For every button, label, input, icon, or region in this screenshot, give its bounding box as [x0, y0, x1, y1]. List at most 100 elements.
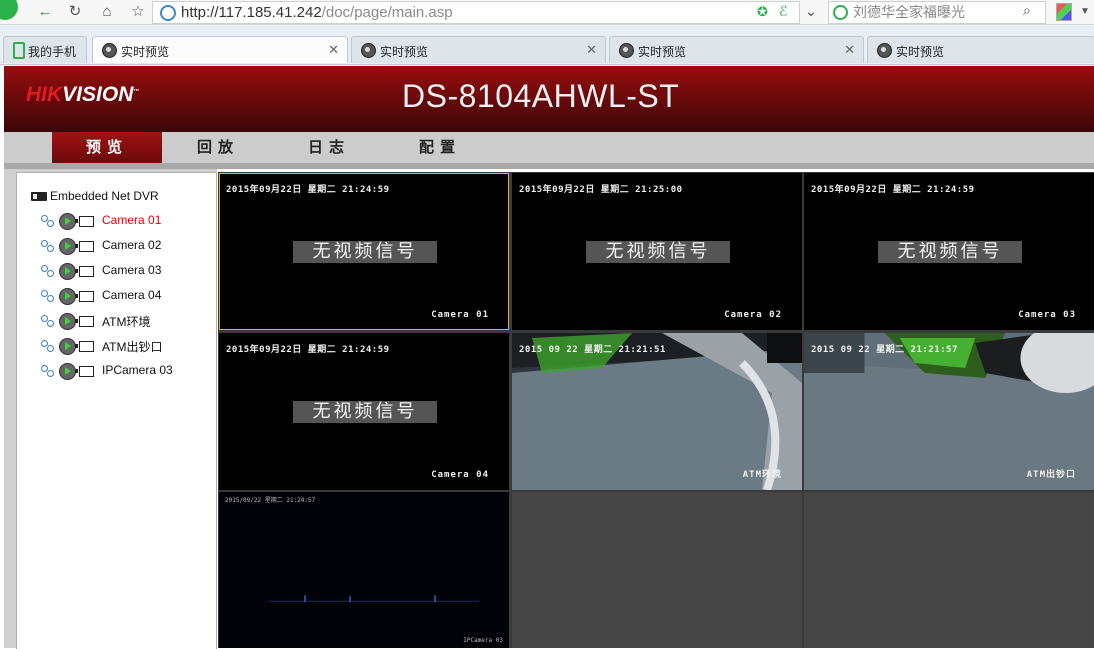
search-box[interactable]: 刘德华全家福曝光 ⌕: [828, 1, 1046, 24]
search-engine-icon[interactable]: [833, 5, 848, 20]
video-cell[interactable]: 无视频信号 2015年09月22日 星期二 21:25:00 Camera 02: [512, 173, 802, 330]
camera-favicon-icon: [619, 43, 634, 58]
play-icon[interactable]: [59, 288, 76, 305]
tab-strip: 我的手机 实时预览 ✕ 实时预览 ✕ 实时预览 ✕ 实时预览: [0, 25, 1094, 65]
link-icon: [41, 340, 55, 352]
camera-icon: [75, 366, 94, 377]
camera-favicon-icon: [877, 43, 892, 58]
video-cell[interactable]: 2015 09 22 星期二 21:21:51 ATM环境: [512, 333, 802, 490]
video-cell[interactable]: 2015 09 22 星期二 21:21:57 ATM出钞口: [804, 333, 1094, 490]
camera-icon: [75, 316, 94, 327]
tab-live-preview-4[interactable]: 实时预览: [867, 36, 1094, 63]
tab-label: 实时预览: [121, 45, 170, 59]
close-icon[interactable]: ✕: [586, 42, 597, 58]
video-cell[interactable]: 2015/09/22 星期二 21:24:57 IPCamera 03: [219, 492, 509, 648]
tab-label: 实时预览: [896, 45, 945, 59]
address-bar[interactable]: http://117.185.41.242/doc/page/main.asp …: [152, 1, 800, 24]
address-dropdown-icon[interactable]: ⌄: [800, 2, 822, 22]
link-icon: [41, 315, 55, 327]
osd-timestamp: 2015年09月22日 星期二 21:24:59: [226, 345, 390, 355]
url-path: /doc/page/main.asp: [321, 4, 453, 21]
tree-item-label: Camera 02: [102, 238, 162, 252]
camera-icon: [75, 216, 94, 227]
osd-timestamp: 2015年09月22日 星期二 21:24:59: [811, 185, 975, 195]
link-icon: [41, 265, 55, 277]
tree-item-label: ATM环境: [102, 315, 151, 329]
osd-camera-name: ATM出钞口: [1026, 470, 1076, 480]
video-grid: 无视频信号 2015年09月22日 星期二 21:24:59 Camera 01 无视…: [218, 172, 1094, 648]
phone-icon: [13, 42, 25, 59]
osd-camera-name: Camera 02: [724, 310, 782, 320]
menu-config[interactable]: 配置: [385, 132, 495, 163]
security-icon[interactable]: ✪: [757, 4, 768, 20]
browser-toolbar: ← ↻ ⌂ ☆ http://117.185.41.242/doc/page/m…: [0, 0, 1094, 25]
tab-live-preview-3[interactable]: 实时预览 ✕: [609, 36, 864, 63]
tree-item-label: ATM出钞口: [102, 340, 163, 354]
osd-timestamp: 2015年09月22日 星期二 21:25:00: [519, 185, 683, 195]
camera-icon: [75, 341, 94, 352]
video-cell[interactable]: 无视频信号 2015年09月22日 星期二 21:24:59 Camera 04: [219, 333, 509, 490]
tab-live-preview-2[interactable]: 实时预览 ✕: [351, 36, 606, 63]
menu-playback[interactable]: 回放: [163, 132, 273, 163]
tab-label: 我的手机: [28, 45, 77, 59]
play-icon[interactable]: [59, 313, 76, 330]
dvr-icon: [31, 192, 47, 201]
tab-label: 实时预览: [638, 45, 687, 59]
main-menu: 预览 回放 日志 配置: [4, 132, 1094, 163]
link-icon: [41, 365, 55, 377]
camera-favicon-icon: [102, 43, 117, 58]
osd-camera-name: Camera 01: [431, 310, 489, 320]
play-icon[interactable]: [59, 338, 76, 355]
menu-dropdown-icon[interactable]: ▼: [1074, 2, 1094, 22]
osd-camera-name: IPCamera 03: [463, 637, 503, 644]
bookmark-icon[interactable]: ☆: [127, 2, 149, 22]
link-icon: [41, 215, 55, 227]
apps-icon[interactable]: [1056, 3, 1072, 21]
menu-log[interactable]: 日志: [274, 132, 384, 163]
menu-preview[interactable]: 预览: [52, 132, 162, 163]
tab-label: 实时预览: [380, 45, 429, 59]
tab-live-preview-1[interactable]: 实时预览 ✕: [92, 36, 348, 63]
link-icon: [41, 240, 55, 252]
search-icon[interactable]: ⌕: [1023, 2, 1031, 19]
app-header: HIKVISION™ DS-8104AHWL-ST: [4, 66, 1094, 132]
no-signal-label: 无视频信号: [293, 241, 437, 263]
video-cell[interactable]: 无视频信号 2015年09月22日 星期二 21:24:59 Camera 01: [219, 173, 509, 330]
camera-icon: [75, 241, 94, 252]
osd-timestamp: 2015 09 22 星期二 21:21:51: [519, 345, 666, 355]
video-cell[interactable]: 无视频信号 2015年09月22日 星期二 21:24:59 Camera 03: [804, 173, 1094, 330]
tree-item-label: Camera 03: [102, 263, 162, 277]
device-tree: Embedded Net DVR Camera 01 Camera 02 Camer…: [16, 172, 217, 649]
url-text[interactable]: http://117.185.41.242/doc/page/main.asp: [181, 3, 453, 22]
camera-icon: [75, 266, 94, 277]
play-icon[interactable]: [59, 363, 76, 380]
browser-logo-icon[interactable]: [0, 0, 18, 20]
osd-timestamp: 2015/09/22 星期二 21:24:57: [225, 497, 316, 504]
no-signal-label: 无视频信号: [586, 241, 730, 263]
camera-icon: [75, 291, 94, 302]
play-icon[interactable]: [59, 238, 76, 255]
video-cell-empty[interactable]: [804, 492, 1094, 648]
tab-my-phone[interactable]: 我的手机: [3, 36, 87, 63]
play-icon[interactable]: [59, 213, 76, 230]
home-icon[interactable]: ⌂: [96, 2, 118, 22]
no-signal-label: 无视频信号: [878, 241, 1022, 263]
close-icon[interactable]: ✕: [328, 42, 339, 58]
tree-item-label: Camera 04: [102, 288, 162, 302]
osd-timestamp: 2015年09月22日 星期二 21:24:59: [226, 185, 390, 195]
camera-favicon-icon: [361, 43, 376, 58]
video-cell-empty[interactable]: [512, 492, 802, 648]
no-signal-label: 无视频信号: [293, 401, 437, 423]
tree-item-label: Camera 01: [102, 213, 162, 227]
close-icon[interactable]: ✕: [844, 42, 855, 58]
compat-mode-icon[interactable]: ℰ: [779, 3, 787, 20]
search-input[interactable]: 刘德华全家福曝光: [853, 3, 965, 22]
play-icon[interactable]: [59, 263, 76, 280]
osd-camera-name: Camera 04: [431, 470, 489, 480]
osd-camera-name: ATM环境: [742, 470, 782, 480]
back-icon[interactable]: ←: [34, 2, 56, 22]
refresh-icon[interactable]: ↻: [64, 2, 86, 22]
camera-scene-dark: [219, 492, 509, 648]
url-host: http://117.185.41.242: [181, 4, 322, 21]
tree-root-label: Embedded Net DVR: [50, 189, 159, 203]
